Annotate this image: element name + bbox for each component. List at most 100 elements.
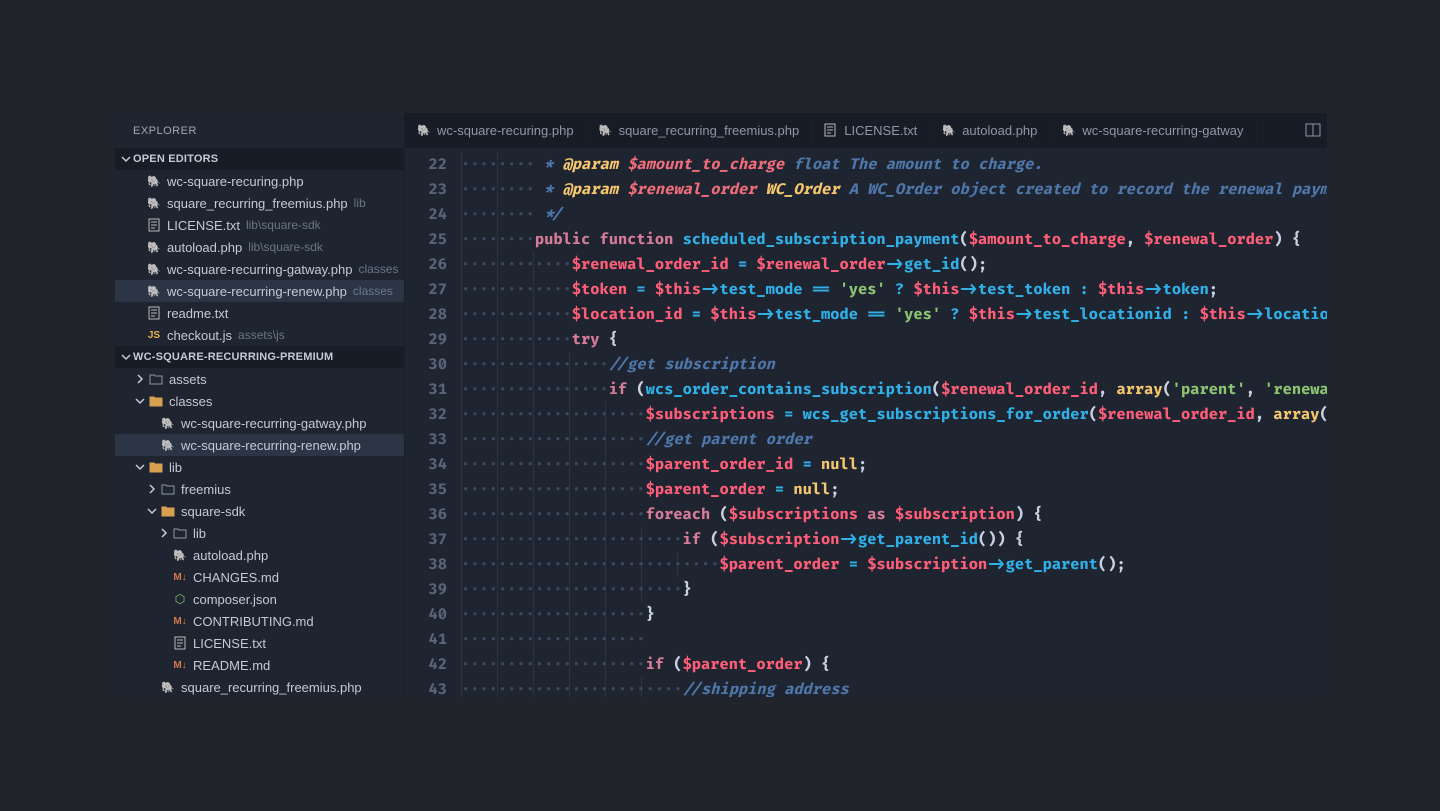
twisty-icon <box>157 528 171 538</box>
item-name: README.md <box>193 658 270 673</box>
file-name: checkout.js <box>167 328 232 343</box>
item-name: wc-square-recurring-gatway.php <box>181 416 366 431</box>
line-number: 33 <box>405 427 447 452</box>
line-number: 24 <box>405 202 447 227</box>
item-name: square-sdk <box>181 504 245 519</box>
line-number: 26 <box>405 252 447 277</box>
line-number: 38 <box>405 552 447 577</box>
php-icon: 🐘 <box>159 439 177 452</box>
file-item[interactable]: 🐘 wc-square-recurring-renew.php <box>115 434 404 456</box>
folder-item[interactable]: lib <box>115 522 404 544</box>
txt-icon <box>171 636 189 650</box>
file-item[interactable]: M↓README.md <box>115 654 404 676</box>
folder-open-icon <box>159 505 177 517</box>
tab-label: wc-square-recuring.php <box>437 123 574 138</box>
editor-tab[interactable]: LICENSE.txt <box>812 113 930 147</box>
editor-tab[interactable]: 🐘square_recurring_freemius.php <box>587 113 813 147</box>
folder-item[interactable]: classes <box>115 390 404 412</box>
file-name: wc-square-recuring.php <box>167 174 304 189</box>
open-editors-label: OPEN EDITORS <box>133 153 218 165</box>
line-number: 31 <box>405 377 447 402</box>
md-icon: M↓ <box>171 572 189 583</box>
item-name: lib <box>169 460 182 475</box>
file-name: wc-square-recurring-gatway.php <box>167 262 352 277</box>
editor-tab[interactable]: 🐘wc-square-recurring-gatway <box>1050 113 1256 147</box>
split-editor-icon[interactable] <box>1299 113 1327 147</box>
txt-icon <box>145 306 163 320</box>
open-editor-item[interactable]: 🐘 wc-square-recuring.php <box>115 170 404 192</box>
file-path-hint: classes <box>353 284 393 298</box>
php-icon: 🐘 <box>145 241 163 254</box>
project-label: WC-SQUARE-RECURRING-PREMIUM <box>133 351 333 363</box>
line-number: 36 <box>405 502 447 527</box>
file-item[interactable]: M↓CONTRIBUTING.md <box>115 610 404 632</box>
project-header[interactable]: WC-SQUARE-RECURRING-PREMIUM <box>115 346 404 368</box>
open-editor-item[interactable]: 🐘 autoload.php lib\square-sdk <box>115 236 404 258</box>
explorer-title: EXPLORER <box>115 113 404 148</box>
tab-label: wc-square-recurring-gatway <box>1082 123 1243 138</box>
json-icon: ⬡ <box>171 592 189 606</box>
item-name: wc-square-recurring-renew.php <box>181 438 361 453</box>
file-path-hint: lib <box>354 196 366 210</box>
item-name: lib <box>193 526 206 541</box>
line-number: 27 <box>405 277 447 302</box>
file-item[interactable]: 🐘square_recurring_freemius.php <box>115 676 404 697</box>
php-icon: 🐘 <box>417 124 431 137</box>
item-name: square_recurring_freemius.php <box>181 680 362 695</box>
php-icon: 🐘 <box>942 124 956 137</box>
open-editors-header[interactable]: OPEN EDITORS <box>115 148 404 170</box>
md-icon: M↓ <box>171 616 189 627</box>
editor-area: 🐘wc-square-recuring.php🐘square_recurring… <box>405 113 1327 697</box>
folder-item[interactable]: freemius <box>115 478 404 500</box>
folder-item[interactable]: lib <box>115 456 404 478</box>
editor-tab[interactable]: 🐘 wc-square-recuring.php <box>405 113 587 147</box>
chevron-down-icon <box>119 350 133 364</box>
line-number: 29 <box>405 327 447 352</box>
file-item[interactable]: 🐘autoload.php <box>115 544 404 566</box>
line-number: 32 <box>405 402 447 427</box>
item-name: CHANGES.md <box>193 570 279 585</box>
item-name: composer.json <box>193 592 277 607</box>
file-path-hint: lib\square-sdk <box>248 240 323 254</box>
line-number: 40 <box>405 602 447 627</box>
file-path-hint: assets\js <box>238 328 285 342</box>
file-item[interactable]: ⬡ composer.json <box>115 588 404 610</box>
txt-icon <box>145 218 163 232</box>
open-editor-item[interactable]: 🐘 wc-square-recurring-renew.php classes <box>115 280 404 302</box>
line-number: 34 <box>405 452 447 477</box>
line-number: 25 <box>405 227 447 252</box>
line-number: 43 <box>405 677 447 697</box>
item-name: assets <box>169 372 207 387</box>
php-icon: 🐘 <box>159 417 177 430</box>
folder-item[interactable]: assets <box>115 368 404 390</box>
folder-closed-icon <box>159 483 177 495</box>
twisty-icon <box>133 374 147 384</box>
code-editor[interactable]: 2223242526272829303132333435363738394041… <box>405 148 1327 697</box>
php-icon: 🐘 <box>145 285 163 298</box>
file-item[interactable]: 🐘 wc-square-recurring-gatway.php <box>115 412 404 434</box>
code-content[interactable]: ········ * @param $amount_to_charge floa… <box>461 148 1327 697</box>
open-editor-item[interactable]: LICENSE.txtlib\square-sdk <box>115 214 404 236</box>
line-number: 22 <box>405 152 447 177</box>
file-item[interactable]: M↓ CHANGES.md <box>115 566 404 588</box>
twisty-icon <box>145 484 159 494</box>
editor-tabs: 🐘wc-square-recuring.php🐘square_recurring… <box>405 113 1327 148</box>
open-editor-item[interactable]: JScheckout.jsassets\js <box>115 324 404 346</box>
open-editor-item[interactable]: 🐘square_recurring_freemius.phplib <box>115 192 404 214</box>
line-number: 41 <box>405 627 447 652</box>
php-icon: 🐘 <box>145 175 163 188</box>
folder-open-icon <box>147 395 165 407</box>
php-icon: 🐘 <box>171 549 189 562</box>
open-editor-item[interactable]: 🐘wc-square-recurring-gatway.phpclasses <box>115 258 404 280</box>
folder-closed-icon <box>171 527 189 539</box>
php-icon: 🐘 <box>145 197 163 210</box>
folder-item[interactable]: square-sdk <box>115 500 404 522</box>
twisty-icon <box>145 506 159 516</box>
file-item[interactable]: LICENSE.txt <box>115 632 404 654</box>
open-editor-item[interactable]: readme.txt <box>115 302 404 324</box>
file-name: autoload.php <box>167 240 242 255</box>
file-name: wc-square-recurring-renew.php <box>167 284 347 299</box>
file-tree: assets classes 🐘 wc-square-recurring-gatway… <box>115 368 404 697</box>
editor-tab[interactable]: 🐘autoload.php <box>930 113 1050 147</box>
tab-label: square_recurring_freemius.php <box>619 123 800 138</box>
